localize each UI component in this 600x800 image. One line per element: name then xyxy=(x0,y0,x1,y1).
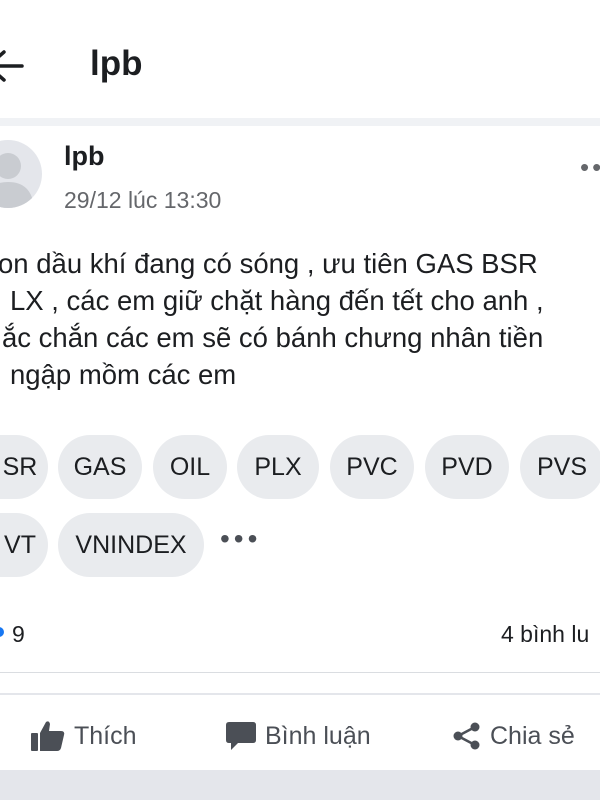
tag-chip[interactable]: VT xyxy=(0,513,48,577)
bottom-band xyxy=(0,770,600,800)
tag-chip[interactable]: PVS xyxy=(520,435,600,499)
like-label: Thích xyxy=(74,721,137,750)
comment-bubble-icon xyxy=(226,722,256,750)
divider-band xyxy=(0,118,600,126)
post-text-line: ắc chắn các em sẽ có bánh chưng nhân tiề… xyxy=(2,322,544,353)
tag-label: VT xyxy=(4,531,36,559)
tag-chip[interactable]: PVD xyxy=(425,435,509,499)
post-text-line: on dầu khí đang có sóng , ưu tiên GAS BS… xyxy=(0,248,538,279)
tag-chip[interactable]: PLX xyxy=(237,435,319,499)
more-tags-icon[interactable]: ••• xyxy=(220,523,261,555)
post-text-line: LX , các em giữ chặt hàng đến tết cho an… xyxy=(10,285,544,316)
post-timestamp[interactable]: 29/12 lúc 13:30 xyxy=(64,187,221,214)
comment-label: Bình luận xyxy=(265,721,371,750)
post-body: on dầu khí đang có sóng , ưu tiên GAS BS… xyxy=(0,245,600,393)
tag-chip[interactable]: OIL xyxy=(153,435,227,499)
tag-chip[interactable]: VNINDEX xyxy=(58,513,204,577)
avatar[interactable] xyxy=(0,140,42,208)
share-icon xyxy=(453,722,480,750)
reaction-count[interactable]: 9 xyxy=(12,621,25,648)
share-button[interactable]: Chia sẻ xyxy=(452,718,575,754)
more-options-icon[interactable]: •• xyxy=(580,152,600,183)
thumbs-up-icon xyxy=(31,721,65,751)
tag-chip[interactable]: GAS xyxy=(58,435,142,499)
author-name[interactable]: lpb xyxy=(64,141,105,172)
comment-count[interactable]: 4 bình lu xyxy=(501,621,589,648)
tag-chip[interactable]: SR xyxy=(0,435,48,499)
divider xyxy=(0,693,600,695)
reaction-icon[interactable] xyxy=(0,627,4,637)
share-label: Chia sẻ xyxy=(490,721,575,750)
divider xyxy=(0,672,600,673)
tag-label: SR xyxy=(2,453,38,481)
comment-button[interactable]: Bình luận xyxy=(225,718,371,754)
avatar-placeholder-icon xyxy=(0,153,34,208)
back-arrow-icon[interactable] xyxy=(0,46,26,86)
like-button[interactable]: Thích xyxy=(30,718,137,754)
page-title: lpb xyxy=(90,44,143,83)
post-text-line: ngập mồm các em xyxy=(10,359,237,390)
top-bar: lpb xyxy=(0,0,600,119)
tag-chip[interactable]: PVC xyxy=(330,435,414,499)
